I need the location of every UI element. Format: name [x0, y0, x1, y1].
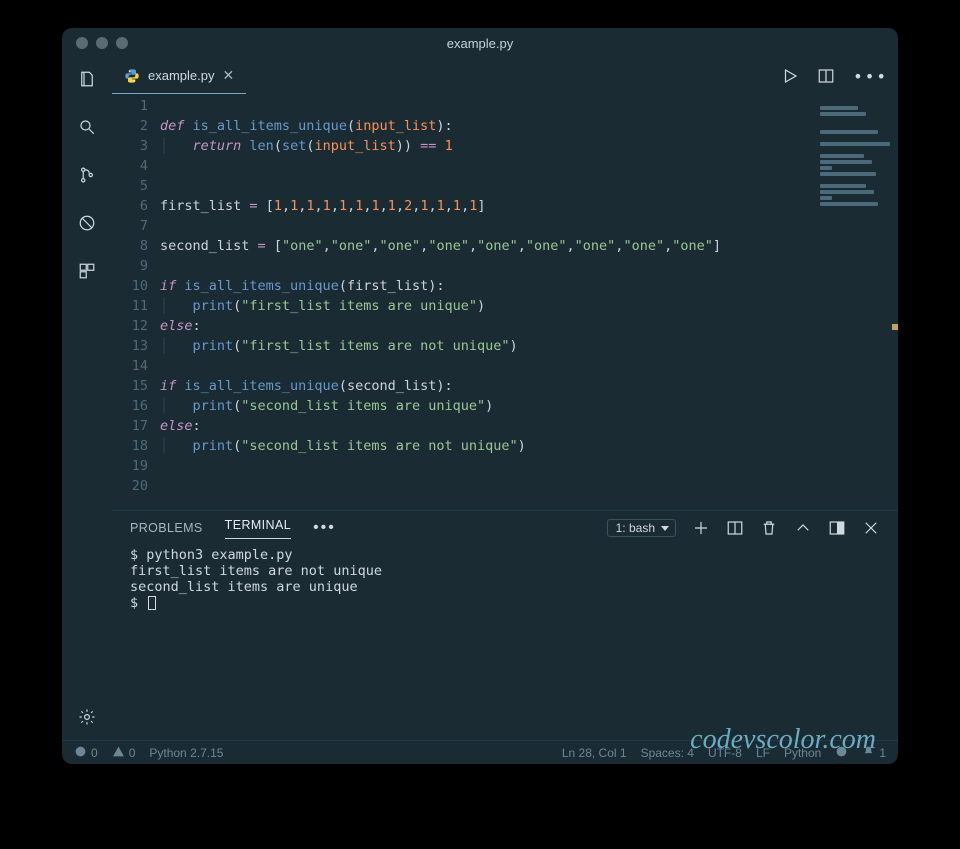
- kill-terminal-icon[interactable]: [760, 519, 778, 537]
- status-python-version[interactable]: Python 2.7.15: [149, 746, 223, 760]
- code-editor[interactable]: 1234567891011121314151617181920 def is_a…: [112, 94, 898, 510]
- minimize-window-icon[interactable]: [96, 37, 108, 49]
- debug-icon[interactable]: [78, 214, 96, 232]
- extensions-icon[interactable]: [78, 262, 96, 280]
- close-tab-icon[interactable]: ✕: [222, 67, 234, 84]
- more-actions-icon[interactable]: •••: [853, 67, 888, 86]
- new-terminal-icon[interactable]: [692, 519, 710, 537]
- editor-tabs: example.py ✕ •••: [112, 58, 898, 94]
- terminal-selector[interactable]: 1: bash: [607, 519, 676, 537]
- activity-bar: [62, 58, 112, 740]
- window-controls: [62, 37, 128, 49]
- source-control-icon[interactable]: [78, 166, 96, 184]
- close-panel-icon[interactable]: [862, 519, 880, 537]
- run-icon[interactable]: [781, 67, 799, 85]
- split-editor-icon[interactable]: [817, 67, 835, 85]
- overview-ruler-mark: [892, 324, 898, 330]
- tab-label: example.py: [148, 68, 214, 83]
- watermark-text: codevscolor.com: [690, 724, 876, 756]
- terminal-output[interactable]: $ python3 example.py first_list items ar…: [112, 545, 898, 740]
- zoom-window-icon[interactable]: [116, 37, 128, 49]
- close-window-icon[interactable]: [76, 37, 88, 49]
- split-terminal-icon[interactable]: [726, 519, 744, 537]
- search-icon[interactable]: [78, 118, 96, 136]
- explorer-icon[interactable]: [78, 70, 96, 88]
- python-file-icon: [124, 68, 140, 84]
- maximize-panel-icon[interactable]: [828, 519, 846, 537]
- panel-more-icon[interactable]: •••: [313, 519, 336, 537]
- tab-example-py[interactable]: example.py ✕: [112, 58, 246, 94]
- minimap[interactable]: [820, 100, 892, 220]
- bottom-panel: PROBLEMS TERMINAL ••• 1: bash $ python3: [112, 510, 898, 740]
- status-warnings[interactable]: 0: [112, 745, 136, 761]
- panel-tab-terminal[interactable]: TERMINAL: [225, 518, 291, 539]
- code-content[interactable]: def is_all_items_unique(input_list): │ r…: [160, 96, 721, 496]
- window-title: example.py: [62, 36, 898, 51]
- panel-tabs: PROBLEMS TERMINAL ••• 1: bash: [112, 511, 898, 545]
- title-bar[interactable]: example.py: [62, 28, 898, 58]
- status-indentation[interactable]: Spaces: 4: [641, 746, 694, 760]
- vscode-window: example.py: [62, 28, 898, 764]
- editor-actions: •••: [781, 58, 888, 94]
- collapse-panel-icon[interactable]: [794, 519, 812, 537]
- panel-tab-problems[interactable]: PROBLEMS: [130, 521, 203, 535]
- line-number-gutter: 1234567891011121314151617181920: [112, 96, 160, 496]
- status-cursor-position[interactable]: Ln 28, Col 1: [562, 746, 627, 760]
- status-errors[interactable]: 0: [74, 745, 98, 761]
- settings-icon[interactable]: [78, 708, 96, 726]
